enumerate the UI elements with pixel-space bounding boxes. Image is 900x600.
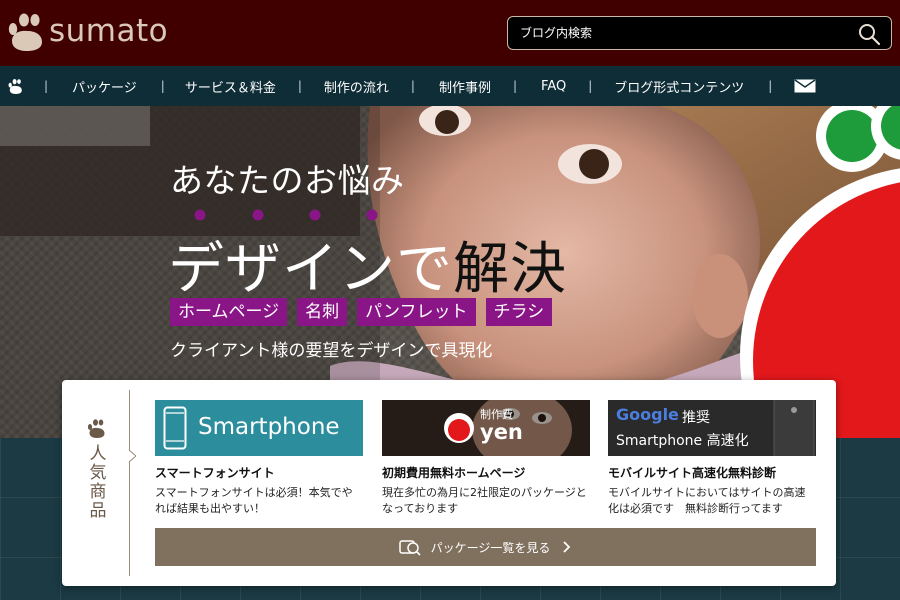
tag-business-card: 名刺	[297, 298, 348, 326]
popular-products-panel: 人気商品 Smartphone スマートフォンサイト スマートフォンサイトは必須…	[62, 380, 836, 586]
nav-separator: |	[160, 79, 165, 93]
banner-speed-text: Smartphone 高速化	[616, 433, 749, 449]
hero-section: あなたのお悩み デザインで解決 ホームページ 名刺 パンフレット チラシ クライ…	[0, 106, 900, 600]
nav-separator: |	[410, 79, 415, 93]
nav-separator: |	[512, 79, 518, 93]
banner-big-text: yen	[480, 420, 523, 444]
card-title[interactable]: スマートフォンサイト	[155, 464, 363, 481]
product-card-mobile-speed[interactable]: Google 推奨 Smartphone 高速化 モバイルサイト高速化無料診断 …	[608, 400, 816, 517]
hero-headline-dark: 解決	[453, 237, 567, 302]
nav-item-blog[interactable]: ブログ形式コンテンツ	[614, 77, 744, 96]
package-list-label: パッケージ一覧を見る	[430, 540, 551, 555]
banner-recommend-text: 推奨	[682, 410, 710, 426]
panel-title: 人気商品	[85, 444, 106, 520]
main-nav: | パッケージ | サービス＆料金 | 制作の流れ | 制作事例 | FAQ |…	[0, 66, 900, 106]
smartphone-icon	[163, 406, 187, 450]
nav-item-works[interactable]: 制作事例	[439, 77, 491, 96]
product-card-free-homepage[interactable]: 制作費 yen 初期費用無料ホームページ 現在多忙の為月に2社限定のパッケージと…	[382, 400, 590, 517]
free-homepage-banner[interactable]: 制作費 yen	[382, 400, 590, 456]
nav-separator: |	[44, 79, 49, 93]
card-description: 現在多忙の為月に2社限定のパッケージとなっております	[382, 486, 587, 515]
panel-heading: 人気商品	[84, 418, 108, 520]
nav-separator: |	[588, 79, 593, 93]
hero-caption: クライアント様の要望をデザインで具現化	[170, 341, 493, 361]
nav-item-services[interactable]: サービス＆料金	[185, 77, 276, 96]
panel-divider	[129, 390, 130, 576]
search-icon[interactable]	[857, 22, 881, 46]
service-tags: ホームページ 名刺 パンフレット チラシ	[170, 298, 553, 326]
card-title[interactable]: モバイルサイト高速化無料診断	[608, 464, 816, 481]
hero-headline: デザインで解決	[168, 224, 567, 305]
logo-text: sumato	[49, 13, 169, 49]
card-description: モバイルサイトにおいてはサイトの高速化は必須です 無料診断行ってます	[608, 486, 806, 515]
search-box	[507, 16, 892, 50]
tag-flyer: チラシ	[485, 298, 553, 326]
smartphone-banner-text: Smartphone	[198, 414, 340, 440]
mobile-speed-banner[interactable]: Google 推奨 Smartphone 高速化	[608, 400, 816, 456]
site-header: sumato	[0, 0, 900, 66]
package-list-icon	[398, 540, 421, 556]
hero-subtitle: あなたのお悩み	[170, 161, 405, 200]
nav-separator: |	[768, 79, 773, 93]
card-description: スマートフォンサイトは必須！本気でやれば結果も出やすい！	[155, 486, 353, 515]
product-card-smartphone[interactable]: Smartphone スマートフォンサイト スマートフォンサイトは必須！本気でや…	[155, 400, 363, 517]
apple-icon	[87, 419, 105, 438]
apple-logo-icon	[8, 13, 42, 51]
nav-separator: |	[297, 79, 302, 93]
site-logo[interactable]: sumato	[6, 11, 168, 51]
mail-icon[interactable]	[794, 79, 816, 93]
phone-image	[773, 400, 815, 456]
card-title[interactable]: 初期費用無料ホームページ	[382, 464, 590, 481]
nav-item-faq[interactable]: FAQ	[541, 79, 566, 94]
chevron-right-icon	[563, 541, 571, 553]
smartphone-banner[interactable]: Smartphone	[155, 400, 363, 456]
nav-item-package[interactable]: パッケージ	[72, 77, 137, 96]
divider-notch	[128, 450, 136, 462]
nav-home[interactable]	[0, 66, 30, 106]
tag-pamphlet: パンフレット	[357, 298, 476, 326]
nav-item-flow[interactable]: 制作の流れ	[324, 77, 389, 96]
home-apple-icon	[8, 79, 22, 94]
tag-homepage: ホームページ	[170, 298, 288, 326]
package-list-button[interactable]: パッケージ一覧を見る	[155, 528, 816, 566]
hero-headline-light: デザインで	[168, 237, 453, 302]
google-text: Google	[616, 405, 679, 424]
search-input[interactable]	[520, 23, 840, 43]
emphasis-dots	[194, 209, 378, 221]
